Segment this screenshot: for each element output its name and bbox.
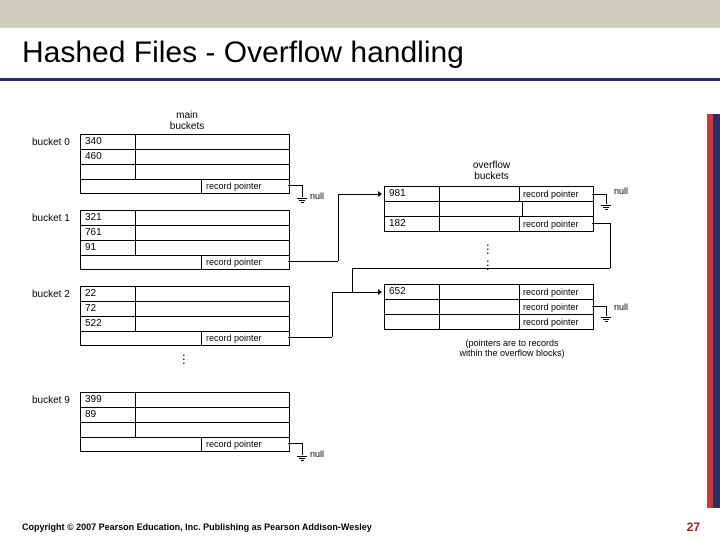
bucket-0-label: bucket 0 (32, 137, 70, 148)
bucket-1-table: 321 761 91 record pointer (80, 210, 290, 270)
ov2-rp2: record pointer (519, 315, 593, 329)
bucket-0-val-0: 340 (81, 135, 136, 149)
bucket-2-val-2: 522 (81, 317, 136, 331)
ov2-rp0: record pointer (519, 285, 593, 299)
vdots: ... (182, 350, 186, 362)
bucket-2-table: 22 72 522 record pointer (80, 286, 290, 346)
slide-top-bar (0, 0, 720, 28)
arrow-icon (378, 289, 382, 295)
slide-title: Hashed Files - Overflow handling (0, 28, 720, 70)
bucket-0-rp: record pointer (202, 180, 289, 193)
bucket-2-val-0: 22 (81, 287, 136, 301)
bucket-9-label: bucket 9 (32, 395, 70, 406)
bucket-0-val-1: 460 (81, 150, 136, 164)
bucket-1-label: bucket 1 (32, 213, 70, 224)
ov2-rp1: record pointer (519, 300, 593, 314)
bucket-9-val-0: 399 (81, 393, 136, 407)
ground-icon (601, 204, 611, 210)
bucket-9-null: null (310, 449, 324, 459)
bucket-1-val-1: 761 (81, 226, 136, 240)
bucket-0-table: 340 460 record pointer (80, 134, 290, 194)
bucket-0-null: null (310, 191, 324, 201)
bucket-1-val-2: 91 (81, 241, 136, 255)
bucket-1-rp: record pointer (202, 256, 289, 269)
ground-icon (297, 455, 307, 461)
pointers-note: (pointers are to records within the over… (432, 338, 592, 358)
arrow-icon (378, 191, 382, 197)
bucket-2-label: bucket 2 (32, 289, 70, 300)
diagram: main buckets overflow buckets bucket 0 3… (32, 118, 708, 498)
bucket-2-rp: record pointer (202, 332, 289, 345)
ov1-v2: 182 (385, 217, 440, 231)
vdots: ... (486, 256, 490, 268)
overflow-buckets-label: overflow buckets (464, 160, 519, 182)
bucket-9-rp: record pointer (202, 438, 289, 451)
bucket-9-val-1: 89 (81, 408, 136, 422)
ov2-null: null (614, 302, 628, 312)
ground-icon (601, 316, 611, 322)
ground-icon (297, 197, 307, 203)
overflow-1-table: 981 record pointer 182 record pointer (384, 186, 594, 232)
ov2-v0: 652 (385, 285, 440, 299)
ov1-rp2: record pointer (519, 217, 593, 231)
ov1-v0: 981 (385, 187, 440, 201)
title-underline (0, 78, 720, 81)
bucket-9-table: 399 89 record pointer (80, 392, 290, 452)
bucket-1-val-0: 321 (81, 211, 136, 225)
ov1-null: null (614, 186, 628, 196)
main-buckets-label: main buckets (162, 110, 212, 132)
side-accent (707, 114, 720, 508)
bucket-2-val-1: 72 (81, 302, 136, 316)
page-number: 27 (687, 520, 700, 534)
ov1-rp0: record pointer (519, 187, 593, 201)
overflow-2-table: 652 record pointer record pointer record … (384, 284, 594, 330)
copyright-footer: Copyright © 2007 Pearson Education, Inc.… (22, 522, 372, 532)
